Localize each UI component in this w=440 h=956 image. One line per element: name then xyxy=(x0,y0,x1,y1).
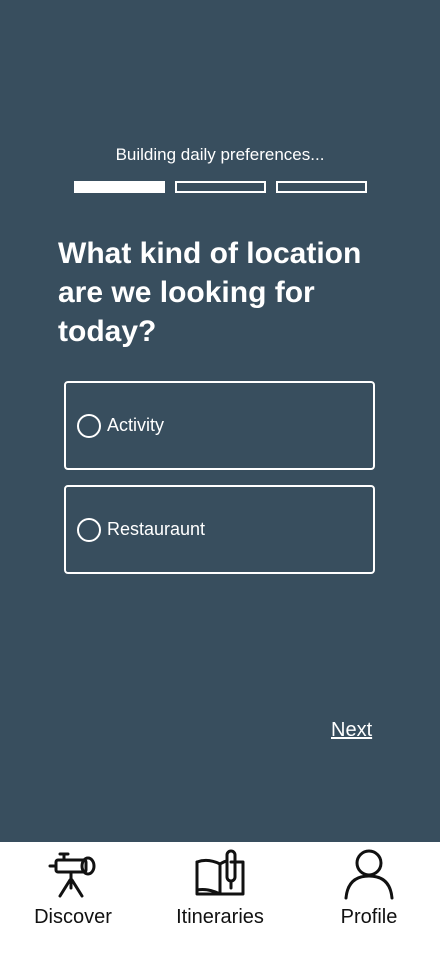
radio-unselected-icon[interactable] xyxy=(77,413,101,438)
option-activity[interactable]: Activity xyxy=(64,381,375,470)
radio-unselected-icon[interactable] xyxy=(77,517,101,542)
progress-label: Building daily preferences... xyxy=(115,145,325,164)
bottom-nav: Discover Itineraries Profile xyxy=(0,842,440,956)
nav-label-itineraries: Itineraries xyxy=(176,906,264,928)
progress-step-3 xyxy=(276,181,367,193)
progress-step-1 xyxy=(74,181,165,193)
book-icon xyxy=(195,849,245,896)
progress-bar xyxy=(74,181,367,193)
nav-label-discover: Discover xyxy=(34,906,112,928)
option-label: Restauraunt xyxy=(107,519,206,539)
progress-step-2 xyxy=(175,181,266,193)
option-restaurant[interactable]: Restauraunt xyxy=(64,485,375,574)
nav-label-profile: Profile xyxy=(340,906,398,928)
option-label: Activity xyxy=(107,415,165,435)
person-icon xyxy=(344,849,394,900)
nav-item-profile[interactable]: Profile xyxy=(296,842,440,956)
preferences-screen: Building daily preferences... What kind … xyxy=(0,0,440,842)
telescope-icon xyxy=(48,852,96,898)
nav-item-discover[interactable]: Discover xyxy=(0,842,146,956)
question-heading: What kind of location are we looking for… xyxy=(58,237,362,348)
next-link[interactable]: Next xyxy=(331,719,372,742)
nav-item-itineraries[interactable]: Itineraries xyxy=(147,842,293,956)
